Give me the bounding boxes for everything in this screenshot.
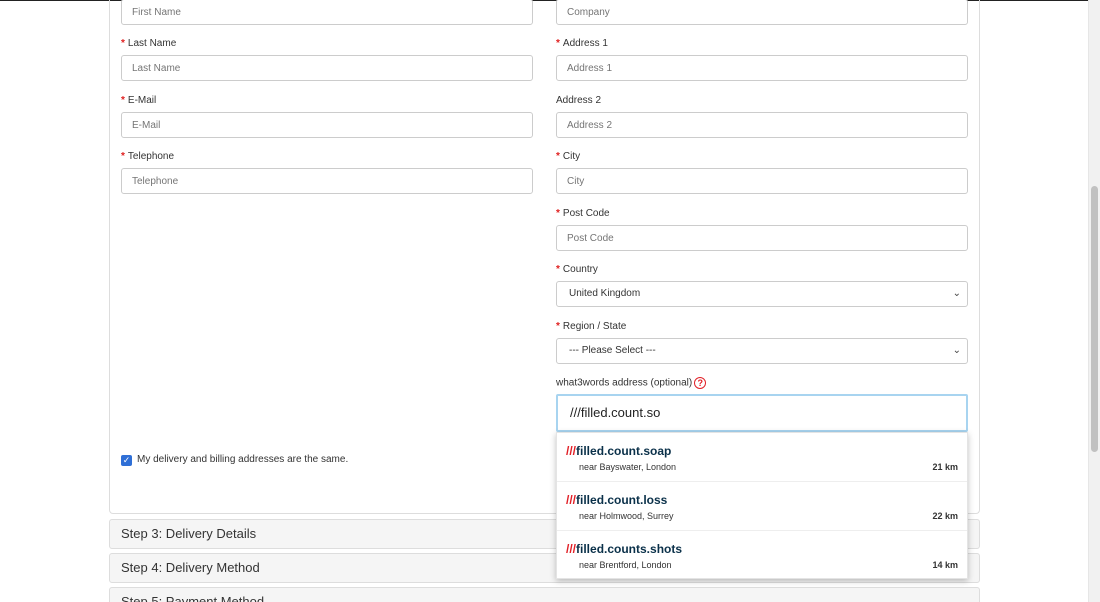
last-name-input[interactable] — [121, 55, 533, 81]
suggestion-words-text: filled.count.soap — [576, 444, 672, 458]
same-address-checkbox[interactable]: ✓ — [121, 455, 132, 466]
suggestion-distance: 21 km — [932, 462, 958, 472]
w3w-label: what3words address (optional)? — [556, 377, 707, 390]
suggestion-words: ///filled.counts.shots — [566, 542, 682, 556]
suggestion-words: ///filled.count.soap — [566, 444, 671, 458]
country-select[interactable]: United Kingdom ⌄ — [556, 281, 968, 307]
suggestion-distance: 22 km — [932, 511, 958, 521]
same-address-label: My delivery and billing addresses are th… — [137, 454, 349, 465]
postcode-input[interactable] — [556, 225, 968, 251]
address2-label: Address 2 — [556, 95, 602, 106]
w3w-value: ///filled.count.so — [570, 405, 661, 420]
suggestion-near: near Bayswater, London — [579, 462, 677, 472]
suggestion-item[interactable]: ///filled.counts.shots near Brentford, L… — [557, 531, 967, 580]
country-value: United Kingdom — [569, 288, 641, 299]
suggestion-item[interactable]: ///filled.count.loss near Holmwood, Surr… — [557, 482, 967, 531]
suggestion-words-text: filled.count.loss — [576, 493, 668, 507]
w3w-slashes: /// — [566, 444, 577, 458]
email-label: * E-Mail — [121, 95, 157, 106]
question-circle-icon[interactable]: ? — [694, 377, 707, 389]
address1-label: * Address 1 — [556, 38, 608, 49]
chevron-down-icon: ⌄ — [952, 288, 961, 299]
checkmark-icon: ✓ — [122, 455, 131, 465]
last-name-label: * Last Name — [121, 38, 177, 49]
suggestion-distance: 14 km — [932, 560, 958, 570]
page-scrollbar[interactable] — [1088, 0, 1100, 602]
email-input[interactable] — [121, 112, 533, 138]
chevron-down-icon: ⌄ — [952, 345, 961, 356]
suggestion-near: near Holmwood, Surrey — [579, 511, 674, 521]
city-label: * City — [556, 151, 581, 162]
w3w-slashes: /// — [566, 542, 577, 556]
suggestion-near: near Brentford, London — [579, 560, 672, 570]
company-input[interactable] — [556, 0, 968, 25]
scrollbar-thumb[interactable] — [1091, 186, 1098, 452]
suggestion-item[interactable]: ///filled.count.soap near Bayswater, Lon… — [557, 433, 967, 482]
w3w-input[interactable]: ///filled.count.so — [556, 394, 968, 432]
address1-input[interactable] — [556, 55, 968, 81]
telephone-label: * Telephone — [121, 151, 175, 162]
telephone-input[interactable] — [121, 168, 533, 194]
w3w-suggestions-dropdown: ///filled.count.soap near Bayswater, Lon… — [556, 432, 968, 579]
address2-input[interactable] — [556, 112, 968, 138]
step-5-header[interactable]: Step 5: Payment Method — [109, 587, 980, 602]
postcode-label: * Post Code — [556, 208, 610, 219]
suggestion-words-text: filled.counts.shots — [576, 542, 683, 556]
suggestion-words: ///filled.count.loss — [566, 493, 667, 507]
region-label: * Region / State — [556, 321, 627, 332]
w3w-slashes: /// — [566, 493, 577, 507]
country-label: * Country — [556, 264, 598, 275]
region-select[interactable]: --- Please Select --- ⌄ — [556, 338, 968, 364]
region-value: --- Please Select --- — [569, 345, 656, 356]
first-name-input[interactable] — [121, 0, 533, 25]
city-input[interactable] — [556, 168, 968, 194]
